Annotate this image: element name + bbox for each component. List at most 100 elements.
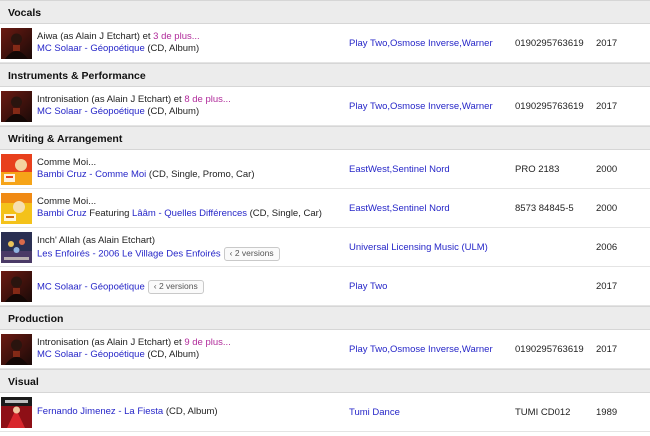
release-year: 2017 (596, 100, 618, 112)
release-format: (CD, Album) (144, 106, 200, 117)
label-column: Play Two, Osmose Inverse, Warner (349, 330, 493, 368)
artist-link[interactable]: Fernando Jimenez (37, 406, 116, 417)
release-link[interactable]: Quelles Différences (164, 208, 247, 219)
release-year: 2017 (596, 343, 618, 355)
release-year: 2017 (596, 280, 618, 292)
release-thumbnail[interactable] (1, 28, 32, 59)
title-column: Aiwa (as Alain J Etchart) et 3 de plus..… (37, 31, 342, 55)
release-link[interactable]: Géopoétique (90, 43, 144, 54)
versions-label: 2 versions (158, 281, 198, 291)
section-header: Instruments & Performance (0, 63, 650, 87)
label-column: Play Two, Osmose Inverse, Warner (349, 87, 493, 125)
label-link[interactable]: Play Two (349, 101, 387, 112)
section-header: Vocals (0, 0, 650, 24)
release-thumbnail[interactable] (1, 334, 32, 365)
credits-list: Vocals Aiwa (as Alain J Etchart) et 3 de … (0, 0, 650, 432)
separator: - (89, 248, 99, 260)
catalog-number: 0190295763619 (515, 37, 584, 49)
title-column: Comme Moi... Bambi Cruz - Comme Moi (CD, … (37, 157, 342, 181)
title-column: Intronisation (as Alain J Etchart) et 8 … (37, 94, 342, 118)
label-link[interactable]: Tumi Dance (349, 407, 400, 418)
title-column: Fernando Jimenez - La Fiesta (CD, Album) (37, 406, 342, 418)
credit-row: Intronisation (as Alain J Etchart) et 8 … (0, 87, 650, 126)
label-link[interactable]: Play Two (349, 281, 387, 292)
artist-link[interactable]: Bambi Cruz (37, 208, 87, 219)
label-link[interactable]: Osmose Inverse (390, 38, 459, 49)
artist-link[interactable]: MC Solaar (37, 43, 82, 54)
release-year: 2017 (596, 37, 618, 49)
release-thumbnail[interactable] (1, 397, 32, 428)
more-tracks-link[interactable]: 8 de plus... (184, 94, 230, 105)
catalog-number: 0190295763619 (515, 343, 584, 355)
title-column: Inch' Allah (as Alain Etchart) Les Enfoir… (37, 235, 342, 261)
artist-link[interactable]: Bambi Cruz (37, 169, 87, 180)
release-format: (CD, Album) (144, 349, 200, 360)
more-tracks-link[interactable]: 9 de plus... (184, 337, 230, 348)
release-year: 2000 (596, 202, 618, 214)
credit-row: Aiwa (as Alain J Etchart) et 3 de plus..… (0, 24, 650, 63)
release-line: MC Solaar - Géopoétique (CD, Album) (37, 349, 342, 361)
track-title: Comme Moi... (37, 157, 97, 168)
release-line: Bambi Cruz Featuring Lââm - Quelles Diff… (37, 208, 342, 220)
artist-link[interactable]: MC Solaar (37, 349, 82, 360)
catalog-number: PRO 2183 (515, 163, 560, 175)
release-format: (CD, Album) (163, 406, 218, 417)
featured-artist-link[interactable]: Lââm (132, 208, 156, 219)
release-link[interactable]: Géopoétique (90, 282, 144, 293)
label-link[interactable]: Play Two (349, 38, 387, 49)
versions-toggle[interactable]: ‹ 2 versions (147, 280, 204, 294)
track-title-line: Aiwa (as Alain J Etchart) et 3 de plus..… (37, 31, 342, 43)
label-column: Play Two (349, 267, 387, 305)
more-tracks-link[interactable]: 3 de plus... (153, 31, 199, 42)
label-link[interactable]: Sentinel Nord (392, 203, 450, 214)
track-title-line: Intronisation (as Alain J Etchart) et 9 … (37, 337, 342, 349)
release-format: (CD, Single, Promo, Car) (146, 169, 255, 180)
release-line: Les Enfoirés - 2006 Le Village Des Enfoi… (37, 247, 342, 261)
artist-link[interactable]: MC Solaar (37, 106, 82, 117)
track-title-line: Inch' Allah (as Alain Etchart) (37, 235, 342, 247)
release-line: MC Solaar - Géopoétique (CD, Album) (37, 106, 342, 118)
release-link[interactable]: Comme Moi (95, 169, 146, 180)
release-line: Fernando Jimenez - La Fiesta (CD, Album) (37, 406, 342, 418)
release-line: MC Solaar - Géopoétique (CD, Album) (37, 43, 342, 55)
release-link[interactable]: La Fiesta (124, 406, 163, 417)
artist-link[interactable]: MC Solaar (37, 282, 82, 293)
versions-toggle[interactable]: ‹ 2 versions (223, 247, 280, 261)
release-link[interactable]: Géopoétique (90, 349, 144, 360)
section-header: Production (0, 306, 650, 330)
release-link[interactable]: 2006 Le Village Des Enfoirés (98, 249, 220, 260)
track-title: Aiwa (as Alain J Etchart) et (37, 31, 154, 42)
label-link[interactable]: Play Two (349, 344, 387, 355)
label-link[interactable]: EastWest (349, 164, 389, 175)
credit-row: Comme Moi... Bambi Cruz Featuring Lââm - … (0, 189, 650, 228)
separator: - (86, 169, 96, 180)
artist-link[interactable]: Les Enfoirés (37, 249, 90, 260)
featuring-text: Featuring (86, 208, 133, 219)
label-link[interactable]: Warner (462, 101, 493, 112)
release-thumbnail[interactable] (1, 271, 32, 302)
label-link[interactable]: Osmose Inverse (390, 344, 459, 355)
label-column: EastWest, Sentinel Nord (349, 150, 450, 188)
track-title-line: Intronisation (as Alain J Etchart) et 8 … (37, 94, 342, 106)
release-thumbnail[interactable] (1, 232, 32, 263)
release-thumbnail[interactable] (1, 154, 32, 185)
label-link[interactable]: Osmose Inverse (390, 101, 459, 112)
track-title-line: Comme Moi... (37, 157, 342, 169)
release-line: MC Solaar - Géopoétique ‹ 2 versions (37, 280, 342, 294)
label-link[interactable]: Warner (462, 38, 493, 49)
label-link[interactable]: Sentinel Nord (392, 164, 450, 175)
release-format: (CD, Single, Car) (247, 208, 322, 219)
track-title: Intronisation (as Alain J Etchart) et (37, 94, 185, 105)
release-year: 2000 (596, 163, 618, 175)
title-column: Intronisation (as Alain J Etchart) et 9 … (37, 337, 342, 361)
credit-row: Comme Moi... Bambi Cruz - Comme Moi (CD, … (0, 150, 650, 189)
label-link[interactable]: Universal Licensing Music (ULM) (349, 242, 488, 253)
release-line: Bambi Cruz - Comme Moi (CD, Single, Prom… (37, 169, 342, 181)
label-link[interactable]: Warner (462, 344, 493, 355)
label-link[interactable]: EastWest (349, 203, 389, 214)
credit-row: Intronisation (as Alain J Etchart) et 9 … (0, 330, 650, 369)
title-column: MC Solaar - Géopoétique ‹ 2 versions (37, 280, 342, 294)
release-thumbnail[interactable] (1, 193, 32, 224)
release-link[interactable]: Géopoétique (90, 106, 144, 117)
release-thumbnail[interactable] (1, 91, 32, 122)
